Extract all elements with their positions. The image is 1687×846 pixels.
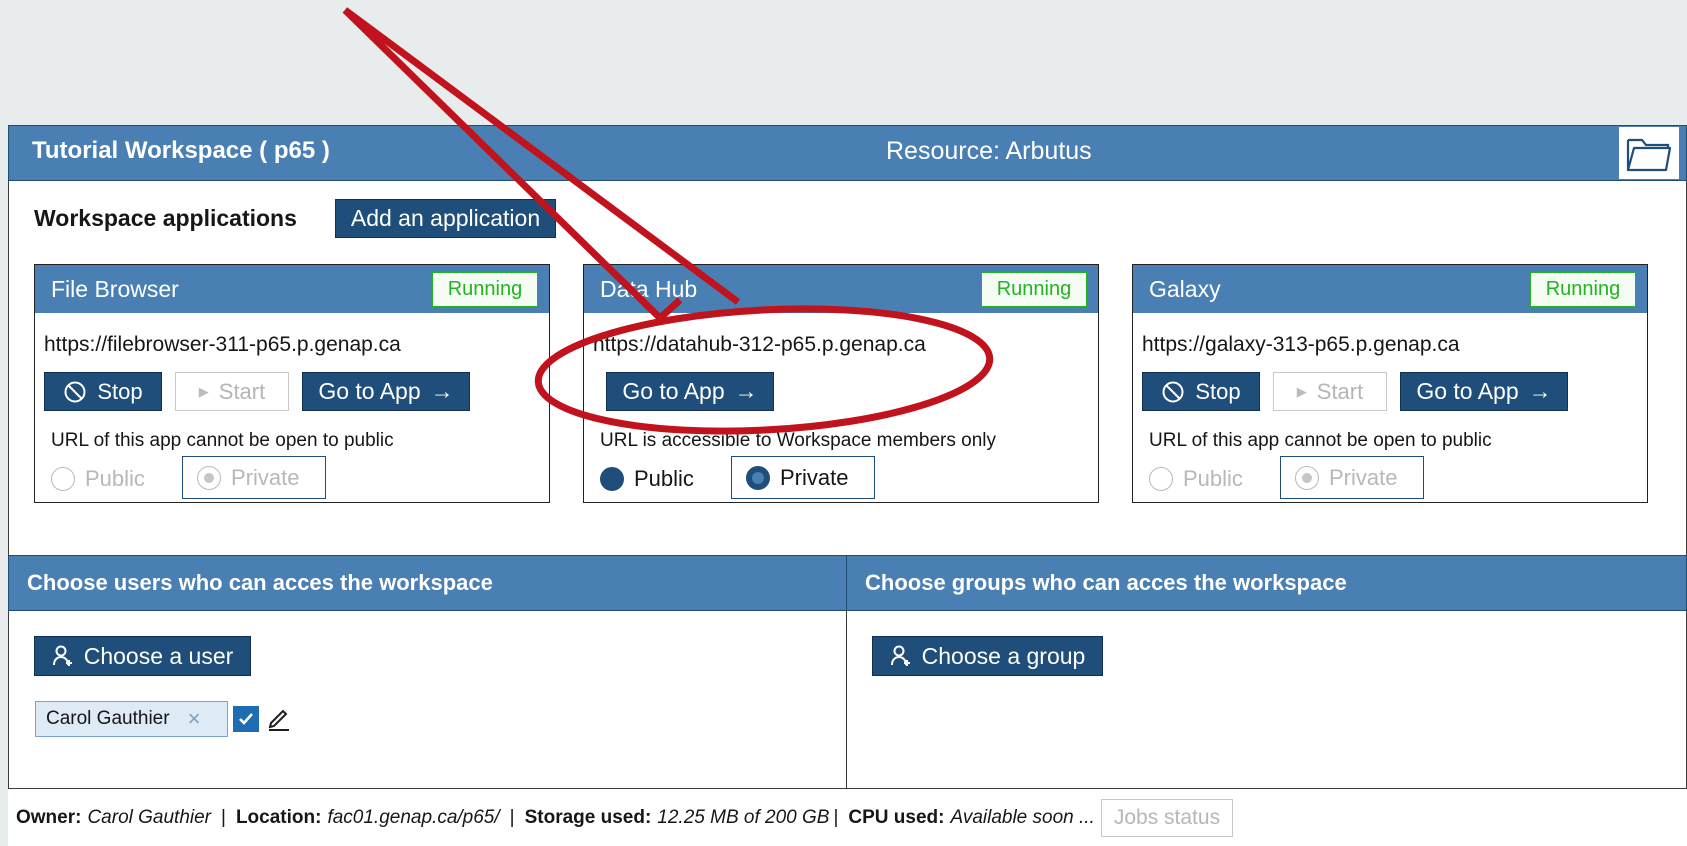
app-name: Data Hub [600, 275, 698, 302]
radio-unselected-icon [51, 467, 75, 491]
start-label: Start [1316, 378, 1364, 404]
workspace-title: Tutorial Workspace ( p65 ) [32, 137, 330, 164]
private-radio[interactable]: Private [182, 456, 326, 499]
app-url-note: URL of this app cannot be open to public [1149, 430, 1492, 451]
applications-section-label: Workspace applications [34, 205, 297, 231]
user-chip: Carol Gauthier × [35, 701, 228, 737]
go-to-app-label: Go to App [622, 378, 725, 404]
private-radio[interactable]: Private [1280, 456, 1424, 499]
go-to-app-label: Go to App [1416, 378, 1519, 404]
stop-button[interactable]: Stop [1142, 372, 1260, 411]
play-icon: ▶ [1296, 383, 1307, 399]
separator: | [509, 806, 515, 828]
folder-icon [1626, 138, 1672, 172]
groups-panel-title: Choose groups who can acces the workspac… [865, 570, 1347, 595]
status-badge: Running [432, 272, 538, 307]
user-permission-checkbox[interactable] [233, 706, 259, 732]
workspace-footer: Owner: Carol Gauthier | Location: fac01.… [8, 788, 1687, 846]
separator: | [221, 806, 226, 828]
private-label: Private [780, 464, 849, 490]
public-label: Public [1183, 466, 1243, 491]
separator: | [833, 806, 839, 828]
owner-value: Carol Gauthier [87, 806, 212, 828]
choose-user-button[interactable]: Choose a user [34, 636, 251, 676]
jobs-status-button[interactable]: Jobs status [1100, 798, 1234, 837]
stop-icon [64, 381, 86, 402]
private-label: Private [231, 464, 300, 490]
go-to-app-label: Go to App [318, 378, 421, 404]
panel-divider [846, 610, 847, 788]
choose-group-label: Choose a group [921, 642, 1086, 669]
go-to-app-button[interactable]: Go to App → [302, 372, 470, 411]
start-button[interactable]: ▶ Start [1273, 372, 1387, 411]
arrow-right-icon: → [734, 378, 758, 404]
arrow-right-icon: → [1528, 378, 1552, 404]
workspace-resource: Resource: Arbutus [886, 137, 1092, 165]
add-application-button[interactable]: Add an application [335, 199, 556, 238]
private-radio[interactable]: Private [731, 456, 875, 499]
group-add-icon [890, 645, 910, 666]
app-url: https://datahub-312-p65.p.genap.ca [593, 333, 926, 356]
stop-icon [1162, 381, 1184, 402]
public-label: Public [634, 466, 694, 491]
checkmark-icon [239, 713, 253, 725]
start-button[interactable]: ▶ Start [175, 372, 289, 411]
stop-button[interactable]: Stop [44, 372, 162, 411]
location-value: fac01.genap.ca/p65/ [327, 806, 500, 828]
public-radio[interactable]: Public [600, 465, 694, 493]
choose-user-label: Choose a user [83, 642, 234, 669]
location-label: Location: [235, 806, 322, 828]
radio-selected-icon [1295, 465, 1319, 490]
start-label: Start [218, 378, 266, 404]
storage-label: Storage used: [524, 806, 652, 828]
radio-selected-icon [746, 465, 770, 490]
user-chip-name: Carol Gauthier [46, 708, 170, 729]
status-badge: Running [981, 272, 1087, 307]
public-label: Public [85, 466, 145, 491]
go-to-app-button[interactable]: Go to App → [606, 372, 774, 411]
choose-group-button[interactable]: Choose a group [872, 636, 1103, 676]
owner-label: Owner: [16, 806, 82, 828]
public-radio[interactable]: Public [1149, 465, 1243, 493]
pencil-icon [268, 709, 289, 731]
radio-unselected-icon [600, 467, 624, 491]
edit-user-button[interactable] [266, 704, 292, 732]
app-name: Galaxy [1149, 275, 1221, 302]
arrow-right-icon: → [430, 378, 454, 404]
radio-unselected-icon [1149, 467, 1173, 491]
storage-value: 12.25 MB of 200 GB [657, 806, 830, 828]
app-url: https://galaxy-313-p65.p.genap.ca [1142, 333, 1460, 356]
app-url-note: URL is accessible to Workspace members o… [600, 430, 996, 451]
user-add-icon [52, 645, 72, 666]
cpu-label: CPU used: [848, 806, 945, 828]
groups-panel-header: Choose groups who can acces the workspac… [846, 555, 1687, 611]
cpu-value: Available soon ... [950, 806, 1095, 828]
stop-label: Stop [97, 378, 143, 404]
app-name: File Browser [51, 275, 179, 302]
app-url: https://filebrowser-311-p65.p.genap.ca [44, 333, 401, 356]
users-panel-header: Choose users who can acces the workspace [8, 555, 847, 611]
radio-selected-icon [197, 465, 221, 490]
remove-user-icon[interactable]: × [188, 706, 201, 732]
public-radio[interactable]: Public [51, 465, 145, 493]
status-badge: Running [1530, 272, 1636, 307]
folder-button[interactable] [1619, 127, 1679, 179]
app-url-note: URL of this app cannot be open to public [51, 430, 394, 451]
users-panel-title: Choose users who can acces the workspace [27, 570, 493, 595]
stop-label: Stop [1195, 378, 1241, 404]
play-icon: ▶ [198, 383, 209, 399]
go-to-app-button[interactable]: Go to App → [1400, 372, 1568, 411]
private-label: Private [1329, 464, 1398, 490]
